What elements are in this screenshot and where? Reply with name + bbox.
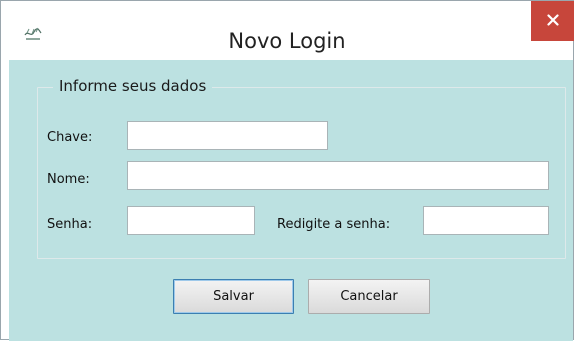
nome-input[interactable] — [127, 161, 549, 190]
title-bar[interactable]: Novo Login — [1, 1, 574, 60]
redigite-senha-label: Redigite a senha: — [277, 217, 391, 232]
dialog-window: Novo Login Informe seus dados Chave: Nom… — [0, 0, 574, 341]
senha-input[interactable] — [127, 206, 255, 235]
nome-label: Nome: — [47, 172, 90, 187]
redigite-senha-input[interactable] — [423, 206, 549, 235]
close-button[interactable] — [531, 1, 574, 41]
dialog-body: Informe seus dados Chave: Nome: Senha: R… — [9, 60, 573, 341]
chave-input[interactable] — [127, 121, 328, 150]
close-icon — [546, 13, 559, 29]
senha-label: Senha: — [47, 217, 93, 232]
group-title: Informe seus dados — [53, 77, 213, 95]
chave-label: Chave: — [47, 130, 93, 145]
cancel-button[interactable]: Cancelar — [308, 279, 430, 314]
save-button[interactable]: Salvar — [173, 279, 294, 314]
window-title: Novo Login — [228, 29, 346, 53]
